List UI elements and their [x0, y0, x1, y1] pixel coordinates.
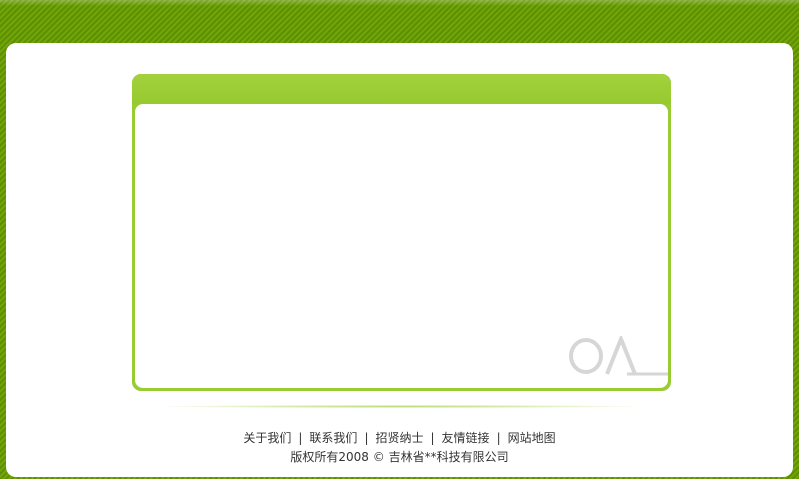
copyright-text: 版权所有2008 © 吉林省**科技有限公司 — [290, 450, 509, 464]
footer-link-careers[interactable]: 招贤纳士 — [375, 431, 423, 445]
footer-separator: | — [496, 431, 501, 445]
footer-separator: | — [364, 431, 369, 445]
page-frame: 关于我们 | 联系我们 | 招贤纳士 | 友情链接 | 网站地图 版权所有2008 © 吉林省*… — [0, 0, 799, 479]
footer-divider — [165, 405, 635, 408]
login-box — [132, 74, 671, 391]
login-box-header — [132, 74, 671, 104]
footer-link-about-us[interactable]: 关于我们 — [243, 431, 291, 445]
footer-link-site-map[interactable]: 网站地图 — [508, 431, 556, 445]
oa-logo-icon — [569, 336, 668, 376]
footer-link-friendly-links[interactable]: 友情链接 — [442, 431, 490, 445]
footer-separator: | — [430, 431, 435, 445]
footer-link-contact-us[interactable]: 联系我们 — [309, 431, 357, 445]
frame-top-shade — [0, 0, 799, 6]
footer-separator: | — [298, 431, 303, 445]
login-box-body — [135, 104, 668, 388]
footer-links: 关于我们 | 联系我们 | 招贤纳士 | 友情链接 | 网站地图 — [0, 430, 799, 446]
